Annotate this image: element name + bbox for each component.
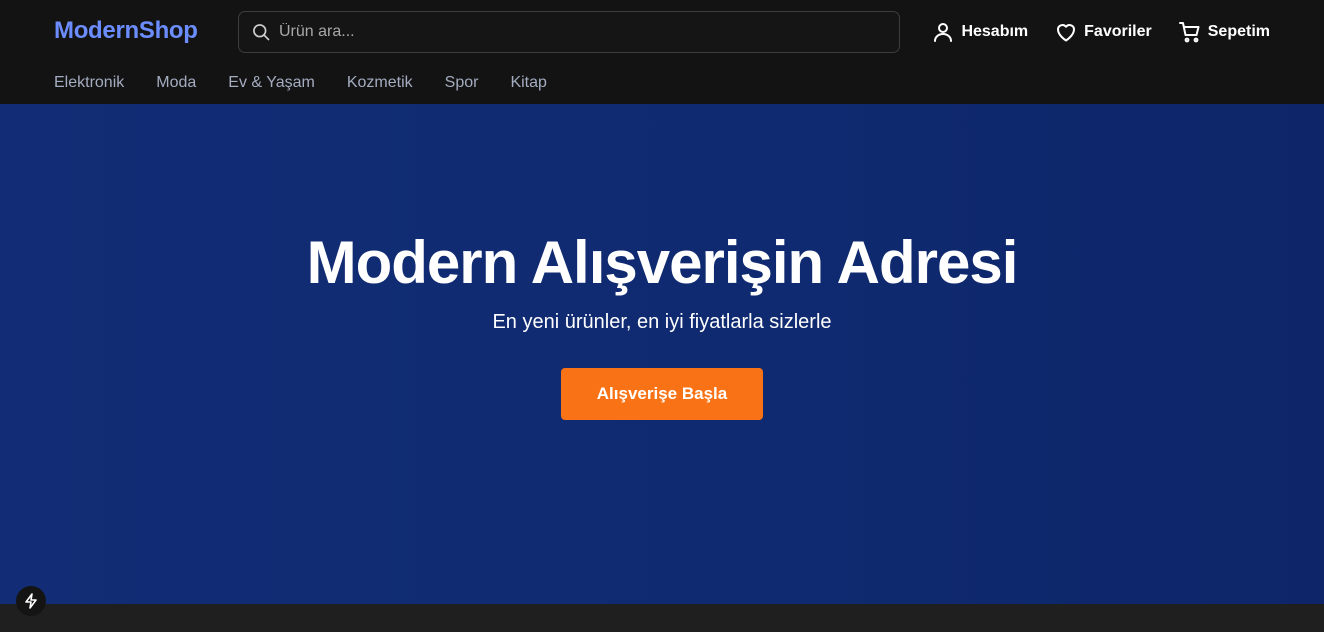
search-icon (253, 24, 270, 41)
cart-label: Sepetim (1207, 23, 1270, 40)
account-link[interactable]: Hesabım (931, 20, 1028, 44)
account-label: Hesabım (961, 23, 1029, 40)
favorites-link[interactable]: Favoriler (1054, 20, 1152, 44)
heart-icon (1057, 24, 1076, 42)
category-item-ev-yasam[interactable]: Ev & Yaşam (228, 74, 315, 92)
hero-title: Modern Alışverişin Adresi (306, 229, 1019, 296)
category-item-kitap[interactable]: Kitap (510, 74, 546, 92)
category-item-kozmetik[interactable]: Kozmetik (347, 74, 413, 92)
logo[interactable]: ModernShop (54, 17, 198, 45)
category-item-moda[interactable]: Moda (156, 74, 196, 92)
category-nav: Elektronik Moda Ev & Yaşam Kozmetik Spor… (54, 74, 579, 92)
category-item-spor[interactable]: Spor (445, 74, 479, 92)
hero-banner: Modern Alışverişin Adresi En yeni ürünle… (0, 104, 1324, 604)
favorites-label: Favoriler (1084, 23, 1152, 40)
lightning-icon (25, 593, 37, 609)
dev-tools-badge[interactable] (16, 586, 46, 616)
header-actions: Hesabım Favoriler Sepetim (905, 20, 1270, 44)
user-icon (934, 23, 953, 42)
site-header: ModernShop Hesabım Favoriler (0, 0, 1324, 104)
start-shopping-button[interactable]: Alışverişe Başla (561, 368, 763, 420)
search-input[interactable] (279, 12, 879, 52)
category-item-elektronik[interactable]: Elektronik (54, 74, 124, 92)
cart-icon (1178, 22, 1200, 43)
cart-link[interactable]: Sepetim (1178, 20, 1270, 44)
page-content-start (0, 604, 1324, 632)
hero-subtitle: En yeni ürünler, en iyi fiyatlarla sizle… (492, 311, 832, 333)
search-bar[interactable] (238, 11, 900, 53)
